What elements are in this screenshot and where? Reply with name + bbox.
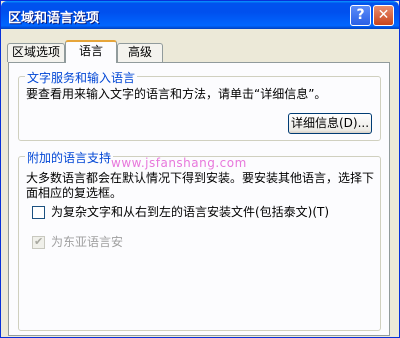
- close-button[interactable]: ✕: [373, 5, 394, 26]
- tab-panel-languages: 文字服务和输入语言 要查看用来输入文字的语言和方法，请单击“详细信息”。 详细信…: [8, 62, 390, 336]
- tab-languages[interactable]: 语言: [65, 40, 117, 63]
- supplemental-language-group: 附加的语言支持 大多数语言都会在默认情况下得到安装。要安装其他语言，选择下面相应…: [18, 149, 381, 331]
- east-asian-checkbox: ✔: [32, 235, 45, 249]
- text-services-group: 文字服务和输入语言 要查看用来输入文字的语言和方法，请单击“详细信息”。 详细信…: [18, 69, 381, 141]
- site-watermark: www.jsfanshang.com: [111, 156, 247, 170]
- details-button[interactable]: 详细信息(D)...: [288, 113, 372, 134]
- text-services-legend: 文字服务和输入语言: [25, 69, 138, 86]
- help-button[interactable]: ?: [350, 5, 371, 26]
- supplemental-language-description: 大多数语言都会在默认情况下得到安装。要安装其他语言，选择下面相应的复选框。: [26, 171, 375, 200]
- window-title: 区域和语言选项: [8, 11, 100, 26]
- text-services-description: 要查看用来输入文字的语言和方法，请单击“详细信息”。: [26, 87, 327, 101]
- tab-advanced[interactable]: 高级: [117, 43, 163, 62]
- title-bar[interactable]: 区域和语言选项 ? ✕: [1, 1, 399, 29]
- regional-language-options-dialog: 区域和语言选项 ? ✕ 区域选项 语言 高级 文字服务和输入语言 要查看用来输入…: [0, 0, 400, 338]
- check-mark-icon: ✔: [34, 235, 44, 248]
- east-asian-label: 为东亚语言安: [51, 235, 124, 249]
- complex-script-checkbox[interactable]: [32, 206, 45, 219]
- complex-script-label: 为复杂文字和从右到左的语言安装文件(包括泰文)(T): [51, 205, 330, 219]
- supplemental-language-legend: 附加的语言支持: [25, 149, 114, 166]
- tab-regional-options[interactable]: 区域选项: [7, 43, 65, 62]
